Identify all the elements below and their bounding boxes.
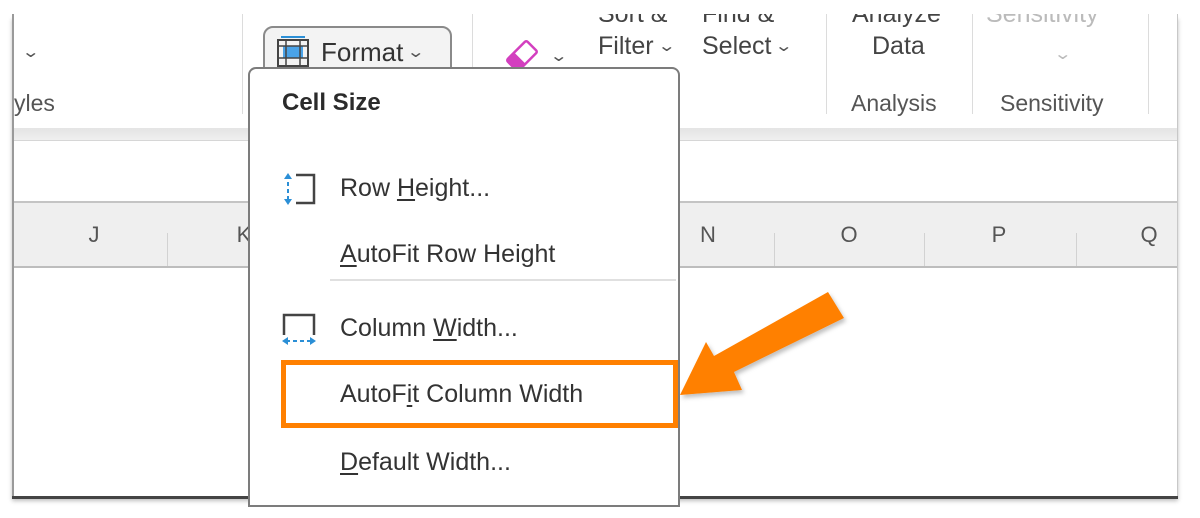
menu-divider (330, 279, 676, 281)
menu-item-column-width[interactable]: Column Width... (250, 299, 678, 357)
highlight-annotation-box (281, 360, 678, 428)
ribbon-separator (972, 14, 973, 114)
chevron-down-icon: ⌄ (656, 38, 676, 55)
chevron-down-icon: ⌄ (549, 48, 569, 65)
ribbon-separator (1148, 14, 1149, 114)
chevron-down-icon: ⌄ (774, 38, 794, 55)
format-cells-icon (277, 36, 309, 67)
column-header-j[interactable]: J (14, 203, 174, 266)
format-button-label: Format (321, 36, 404, 67)
analyze-data-button[interactable]: Data (872, 32, 925, 61)
sort-filter-label: Filter (598, 32, 654, 60)
sensitivity-top-text: Sensitivity (986, 14, 1099, 28)
row-height-icon (284, 173, 316, 205)
sort-filter-button[interactable]: Filter ⌄ (598, 32, 676, 61)
sort-filter-top-text: Sort & (598, 14, 668, 28)
ribbon-separator (242, 14, 243, 114)
menu-item-label: Row Height... (340, 173, 491, 202)
styles-group-label: yles (14, 90, 55, 116)
pointer-arrow-icon (680, 292, 844, 395)
menu-item-autofit-row-height[interactable]: AutoFit Row Height (250, 225, 678, 283)
chevron-down-icon: ⌄ (21, 44, 41, 61)
sensitivity-group-label: Sensitivity (1000, 90, 1104, 116)
find-select-top-text: Find & (702, 14, 775, 28)
analyze-data-top-text: Analyze (852, 14, 941, 28)
find-select-label: Select (702, 32, 772, 60)
menu-item-label: Column Width... (340, 313, 518, 342)
ribbon-separator (826, 14, 827, 114)
column-header-q[interactable]: Q (1124, 203, 1174, 266)
column-header-p[interactable]: P (924, 203, 1074, 266)
find-select-button[interactable]: Select ⌄ (702, 32, 794, 61)
menu-item-label: AutoFit Row Height (340, 239, 556, 268)
analysis-group-label: Analysis (851, 90, 937, 116)
column-divider[interactable] (167, 233, 168, 266)
menu-item-default-width[interactable]: Default Width... (250, 433, 678, 491)
cell-size-heading: Cell Size (282, 89, 381, 116)
styles-dropdown[interactable]: ⌄ (18, 38, 41, 67)
format-dropdown-menu: Cell Size Row Height... AutoFit Row Heig… (248, 67, 680, 507)
column-width-icon (282, 313, 316, 345)
menu-item-label: Default Width... (340, 447, 511, 476)
column-header-o[interactable]: O (774, 203, 924, 266)
menu-item-row-height[interactable]: Row Height... (250, 159, 678, 217)
column-divider[interactable] (1076, 233, 1077, 266)
sensitivity-dropdown[interactable]: ⌄ (1053, 44, 1072, 64)
column-header-n[interactable]: N (688, 203, 728, 266)
chevron-down-icon: ⌄ (406, 44, 426, 61)
